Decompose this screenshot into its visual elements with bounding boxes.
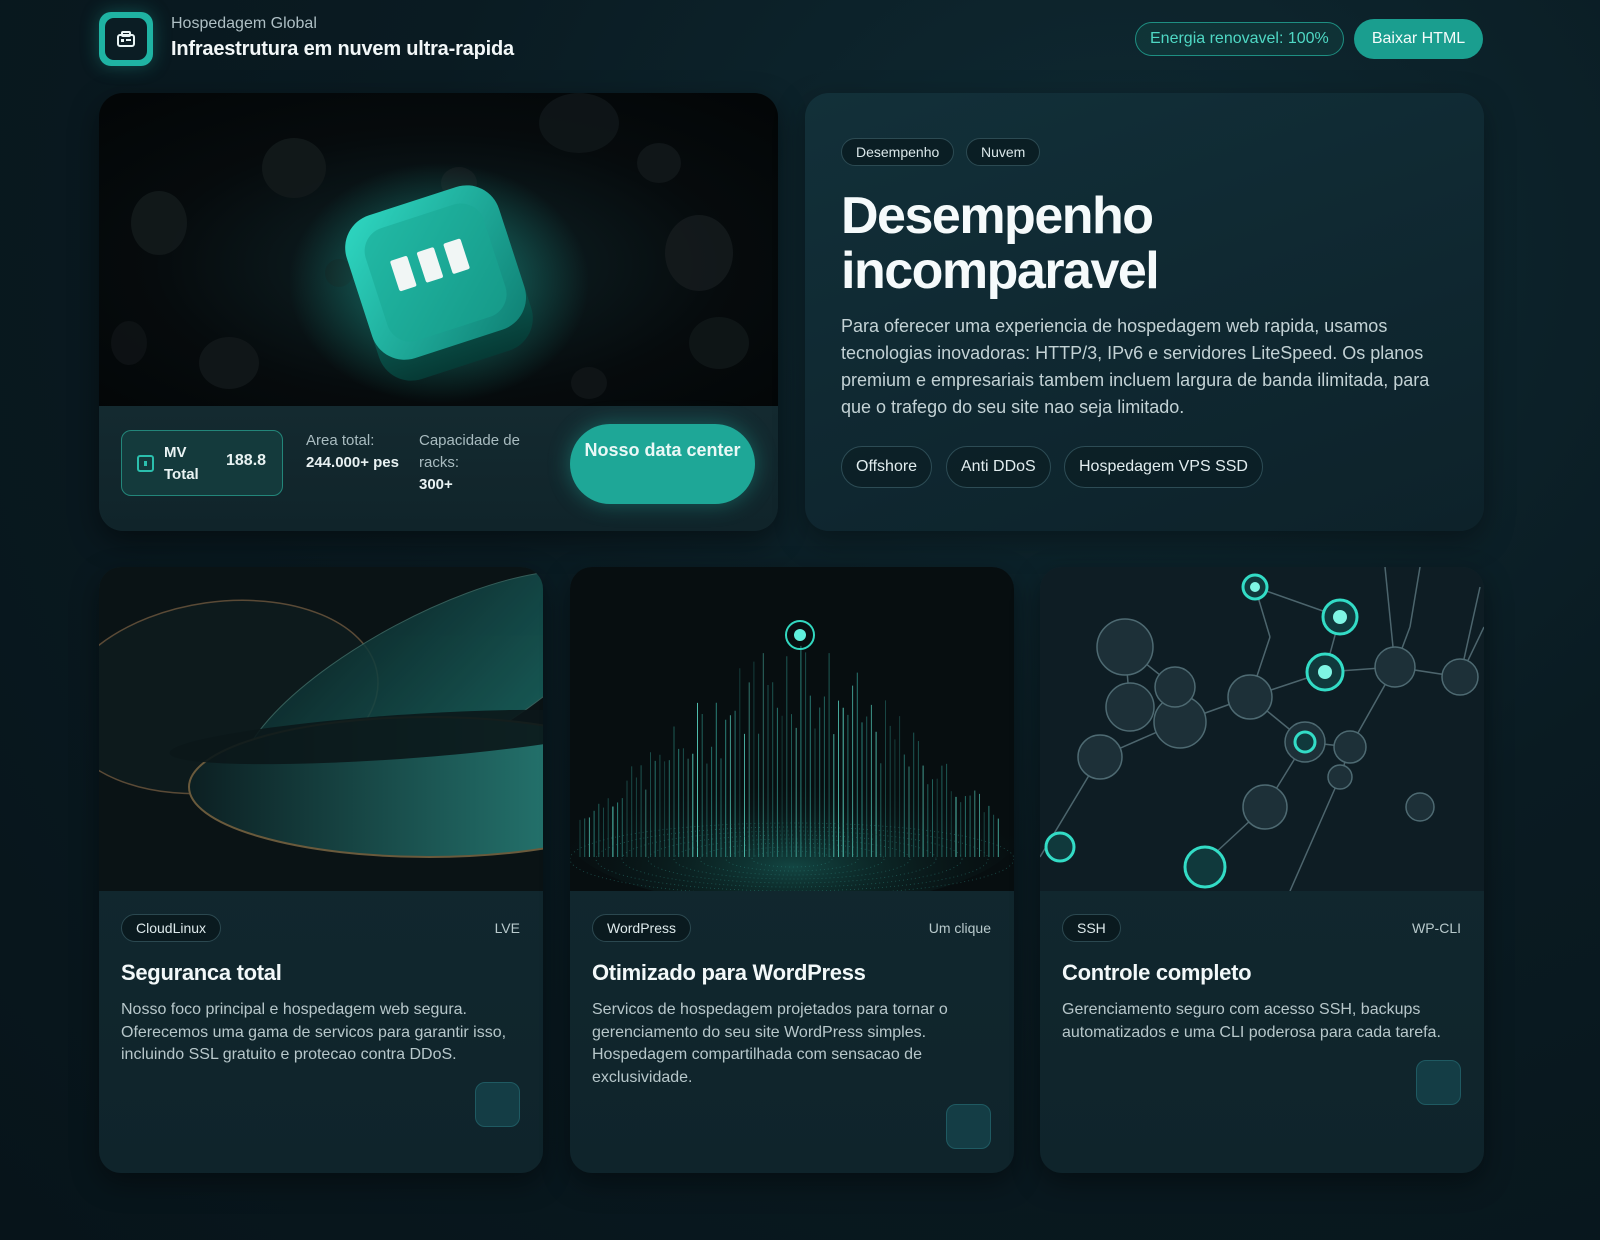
area-stat: Area total: 244.000+ pes <box>306 430 402 474</box>
feature-action-button[interactable] <box>1416 1060 1461 1105</box>
racks-stat: Capacidade de racks: 300+ <box>419 430 549 496</box>
meta-wp-cli: WP-CLI <box>1412 920 1461 936</box>
feature-description: Gerenciamento seguro com acesso SSH, bac… <box>1062 1001 1441 1041</box>
brand-subtitle: Hospedagem Global <box>171 15 317 32</box>
hero-illustration <box>99 93 778 406</box>
performance-title: Desempenho incomparavel <box>841 187 1160 300</box>
chip-offshore[interactable]: Offshore <box>841 446 933 488</box>
badge-wordpress: WordPress <box>592 914 691 942</box>
meta-lve: LVE <box>494 920 520 936</box>
mv-total-label: MV Total <box>164 444 199 483</box>
feature-title: Controle completo <box>1062 960 1252 985</box>
brand-title: Infraestrutura em nuvem ultra-rapida <box>171 38 514 60</box>
area-label: Area total: <box>306 432 375 449</box>
area-value: 244.000+ pes <box>306 454 399 471</box>
feature-title: Seguranca total <box>121 960 282 985</box>
security-illustration <box>99 567 543 891</box>
racks-value: 300+ <box>419 476 453 493</box>
chip-anti-ddos[interactable]: Anti DDoS <box>946 446 1051 488</box>
mv-total-value: 188.8 <box>226 452 267 469</box>
tag-nuvem[interactable]: Nuvem <box>966 138 1041 166</box>
wordpress-illustration <box>570 567 1014 891</box>
feature-description: Servicos de hospedagem projetados para t… <box>592 1001 948 1086</box>
download-html-button[interactable]: Baixar HTML <box>1354 19 1483 59</box>
performance-panel: Desempenho Nuvem Desempenho incomparavel… <box>805 93 1484 531</box>
badge-ssh: SSH <box>1062 914 1121 942</box>
badge-cloudlinux: CloudLinux <box>121 914 222 942</box>
tag-desempenho[interactable]: Desempenho <box>841 138 955 166</box>
feature-title: Otimizado para WordPress <box>592 960 866 985</box>
energy-badge: Energia renovavel: 100% <box>1135 22 1344 56</box>
server-icon <box>99 12 153 66</box>
header: Hospedagem Global Infraestrutura em nuve… <box>99 12 1483 68</box>
datacenter-button[interactable]: Nosso data center <box>570 424 755 504</box>
chip-vps-ssd[interactable]: Hospedagem VPS SSD <box>1064 446 1263 488</box>
racks-label: Capacidade de racks: <box>419 432 520 471</box>
feature-card-security: CloudLinux LVE Seguranca total Nosso foc… <box>99 567 543 1173</box>
hero-card: MV Total 188.8 Area total: 244.000+ pes … <box>99 93 778 531</box>
control-illustration <box>1040 567 1484 891</box>
performance-description: Para oferecer uma experiencia de hospeda… <box>841 316 1430 417</box>
meta-um-clique: Um clique <box>928 920 991 936</box>
feature-description: Nosso foco principal e hospedagem web se… <box>121 1001 507 1063</box>
feature-card-control: SSH WP-CLI Controle completo Gerenciamen… <box>1040 567 1484 1173</box>
mv-total-box: MV Total 188.8 <box>121 430 283 496</box>
hero-stats-bar: MV Total 188.8 Area total: 244.000+ pes … <box>99 406 778 531</box>
feature-action-button[interactable] <box>475 1082 520 1127</box>
feature-card-wordpress: WordPress Um clique Otimizado para WordP… <box>570 567 1014 1173</box>
feature-action-button[interactable] <box>946 1104 991 1149</box>
chip-icon <box>137 455 154 472</box>
